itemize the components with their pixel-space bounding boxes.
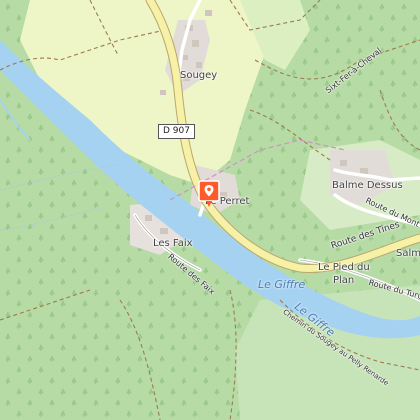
place-label-balme-dessus: Balme Dessus xyxy=(332,180,403,191)
place-label-le-pied-du-plan-line2: Plan xyxy=(333,275,355,286)
place-label-le-pied-du-plan-line1: Le Pied du xyxy=(318,262,370,273)
location-marker[interactable] xyxy=(198,180,220,208)
place-label-les-faix: Les Faix xyxy=(153,238,193,249)
water-label-le-giffre: Le Giffre xyxy=(258,278,306,291)
road-shield-d907: D 907 xyxy=(158,124,195,139)
place-label-salm: Salm xyxy=(396,248,420,259)
map-pin-icon xyxy=(198,180,220,207)
place-label-sougey: Sougey xyxy=(180,70,218,81)
map-canvas[interactable]: Sougey Le Perret Balme Dessus Les Faix L… xyxy=(0,0,420,420)
